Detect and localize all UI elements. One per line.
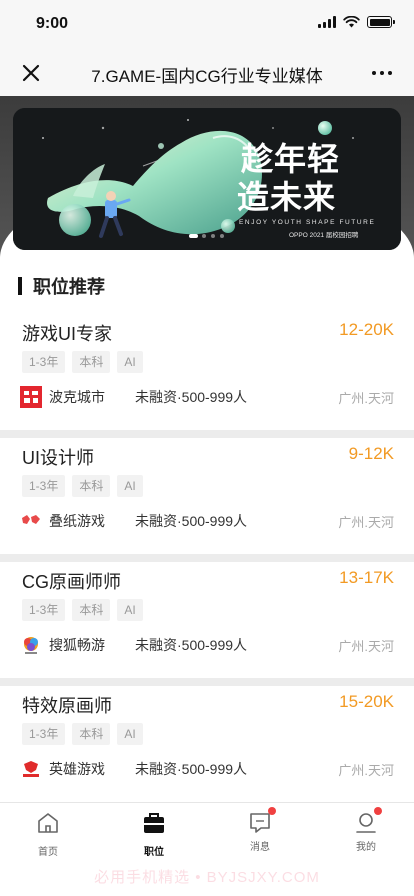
job-salary: 12-20K <box>339 320 394 339</box>
job-location: 广州.天河 <box>338 390 394 406</box>
briefcase-icon <box>144 813 164 833</box>
job-salary: 9-12K <box>348 444 394 463</box>
company-info: 未融资·500-999人 <box>135 513 248 529</box>
company-logo-icon <box>20 386 42 408</box>
company-row: 叠纸游戏 未融资·500-999人 广州.天河 <box>20 509 394 533</box>
cellular-signal-icon <box>318 16 336 28</box>
tab-jobs-label: 职位 <box>144 847 164 858</box>
company-name: 波克城市 <box>49 389 105 405</box>
tab-messages-label: 消息 <box>250 842 270 853</box>
more-options-icon[interactable] <box>370 63 394 83</box>
company-name: 搜狐畅游 <box>49 637 105 653</box>
close-icon[interactable] <box>20 62 42 84</box>
tag-skill: AI <box>117 351 143 373</box>
status-time: 9:00 <box>36 15 69 32</box>
company-info: 未融资·500-999人 <box>135 637 248 653</box>
company-info: 未融资·500-999人 <box>135 761 248 777</box>
message-icon <box>250 813 270 833</box>
notification-dot <box>374 807 382 815</box>
company-row: 搜狐畅游 未融资·500-999人 广州.天河 <box>20 633 394 657</box>
status-bar: 9:00 <box>0 0 414 50</box>
company-name: 英雄游戏 <box>49 761 105 777</box>
tag-experience: 1-3年 <box>22 723 66 745</box>
tag-education: 本科 <box>72 475 111 497</box>
tag-skill: AI <box>117 475 143 497</box>
wifi-icon <box>343 16 360 28</box>
job-title: CG原画师师 <box>22 572 121 592</box>
nav-bar: 7.GAME-国内CG行业专业媒体 <box>0 50 414 96</box>
profile-icon <box>356 813 376 833</box>
tag-experience: 1-3年 <box>22 351 66 373</box>
tab-profile[interactable]: 我的 <box>336 807 396 853</box>
job-card[interactable]: CG原画师师 13-17K 1-3年 本科 AI 搜狐畅游 未融资·500-99… <box>0 562 414 678</box>
battery-icon <box>367 16 395 28</box>
banner-tagline: ENJOY YOUTH SHAPE FUTURE <box>239 219 375 226</box>
section-title: 职位推荐 <box>33 277 105 297</box>
job-salary: 15-20K <box>339 692 394 711</box>
job-card[interactable]: 特效原画师 15-20K 1-3年 本科 AI 英雄游戏 未融资·500-999… <box>0 686 414 802</box>
tag-skill: AI <box>117 599 143 621</box>
promo-banner[interactable]: 趁年轻 造未来 ENJOY YOUTH SHAPE FUTURE OPPO 20… <box>13 108 401 250</box>
job-title: 特效原画师 <box>22 696 112 716</box>
banner-headline-1: 趁年轻 <box>241 141 340 177</box>
home-icon <box>38 813 58 833</box>
tab-messages[interactable]: 消息 <box>230 807 290 853</box>
company-logo-icon <box>20 758 42 780</box>
job-location: 广州.天河 <box>338 638 394 654</box>
company-info: 未融资·500-999人 <box>135 389 248 405</box>
job-title: 游戏UI专家 <box>22 324 112 344</box>
job-card[interactable]: UI设计师 9-12K 1-3年 本科 AI 叠纸游戏 未融资·500-999人… <box>0 438 414 554</box>
job-card[interactable]: 游戏UI专家 12-20K 1-3年 本科 AI 波克城市 未融资·500-99… <box>0 314 414 430</box>
company-logo-icon <box>20 510 42 532</box>
company-row: 英雄游戏 未融资·500-999人 广州.天河 <box>20 757 394 781</box>
job-salary: 13-17K <box>339 568 394 587</box>
job-location: 广州.天河 <box>338 514 394 530</box>
job-title: UI设计师 <box>22 448 94 468</box>
company-name: 叠纸游戏 <box>49 513 105 529</box>
tag-experience: 1-3年 <box>22 475 66 497</box>
banner-artwork: 趁年轻 造未来 ENJOY YOUTH SHAPE FUTURE OPPO 20… <box>13 108 401 250</box>
job-location: 广州.天河 <box>338 762 394 778</box>
notification-dot <box>268 807 276 815</box>
section-header: 职位推荐 <box>0 258 414 314</box>
banner-headline-2: 造未来 <box>237 179 336 215</box>
tab-jobs[interactable]: 职位 <box>124 811 184 858</box>
tab-home-label: 首页 <box>38 847 58 858</box>
tab-profile-label: 我的 <box>356 842 376 853</box>
watermark: 必用手机精选 • BYJSJXY.COM <box>94 869 320 886</box>
tag-skill: AI <box>117 723 143 745</box>
tag-experience: 1-3年 <box>22 599 66 621</box>
banner-area: 趁年轻 造未来 ENJOY YOUTH SHAPE FUTURE OPPO 20… <box>0 96 414 258</box>
tag-education: 本科 <box>72 351 111 373</box>
banner-caption: OPPO 2021 届校园招聘 <box>289 230 359 239</box>
bottom-tab-bar: 首页 职位 消息 我的 <box>0 802 414 860</box>
page-title: 7.GAME-国内CG行业专业媒体 <box>91 67 323 86</box>
tag-education: 本科 <box>72 723 111 745</box>
status-icons <box>318 16 395 28</box>
tab-home[interactable]: 首页 <box>18 811 78 858</box>
company-logo-icon <box>24 637 38 654</box>
company-row: 波克城市 未融资·500-999人 广州.天河 <box>20 385 394 409</box>
home-area: 必用手机精选 • BYJSJXY.COM <box>0 860 414 896</box>
job-list-section: 职位推荐 游戏UI专家 12-20K 1-3年 本科 AI 波克城市 未融资·5… <box>0 258 414 802</box>
tag-education: 本科 <box>72 599 111 621</box>
